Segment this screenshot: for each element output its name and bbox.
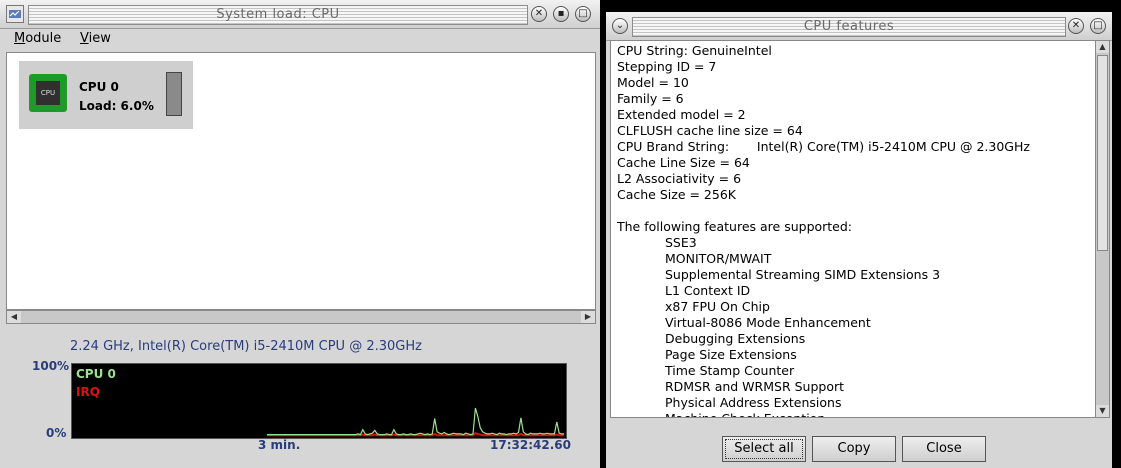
menu-view[interactable]: View: [80, 31, 111, 46]
cpu-chip-icon: CPU: [29, 74, 67, 112]
cpu-card[interactable]: CPU CPU 0 Load: 6.0%: [19, 61, 193, 129]
select-all-button[interactable]: Select all: [722, 436, 806, 462]
feature-item: Physical Address Extensions: [665, 395, 842, 410]
chip-label: CPU: [36, 81, 60, 105]
close-icon[interactable]: ✕: [531, 6, 547, 22]
maximize-icon[interactable]: □: [1090, 18, 1106, 34]
close-button[interactable]: Close: [902, 436, 986, 462]
load-graph-svg: [267, 407, 564, 437]
feature-item: L1 Context ID: [665, 283, 751, 298]
scroll-right-icon[interactable]: ▶: [581, 311, 595, 323]
title-bar[interactable]: System load: CPU ✕ ▪ □: [0, 0, 600, 29]
timestamp-label: 17:32:42.60: [490, 438, 571, 452]
scroll-left-icon[interactable]: ◀: [7, 311, 21, 323]
info-line: L2 Associativity = 6: [617, 171, 742, 186]
feature-item: RDMSR and WRMSR Support: [665, 379, 845, 394]
cpu0-series-line: [267, 407, 564, 436]
cpu-load: Load: 6.0%: [79, 99, 154, 113]
scroll-up-icon[interactable]: ▲: [1096, 41, 1109, 53]
scroll-down-icon[interactable]: ▼: [1096, 405, 1109, 417]
close-icon[interactable]: ✕: [1068, 18, 1084, 34]
vertical-scrollbar[interactable]: ▲ ▼: [1095, 41, 1109, 417]
cpu-load-meter: [166, 72, 182, 116]
cpu-modules-panel: CPU CPU 0 Load: 6.0%: [6, 52, 596, 310]
y-axis-min-label: 0%: [46, 426, 67, 440]
maximize-icon[interactable]: □: [575, 6, 591, 22]
info-line: CLFLUSH cache line size = 64: [617, 123, 803, 138]
system-load-window: System load: CPU ✕ ▪ □ Module View CPU C…: [0, 0, 600, 468]
time-span-label: 3 min.: [258, 438, 301, 452]
menu-module[interactable]: Module: [14, 31, 61, 46]
monitor-app-icon[interactable]: [6, 5, 24, 23]
window-title: System load: CPU: [216, 7, 340, 22]
legend-cpu0: CPU 0: [76, 367, 116, 381]
feature-item: Page Size Extensions: [665, 347, 797, 362]
feature-item: SSE3: [665, 235, 697, 250]
info-line: Family = 6: [617, 91, 684, 106]
y-axis-max-label: 100%: [32, 359, 70, 373]
info-line: Cache Size = 256K: [617, 187, 736, 202]
feature-item: Machine Check Exception: [665, 411, 825, 417]
info-line: Stepping ID = 7: [617, 59, 717, 74]
feature-item: x87 FPU On Chip: [665, 299, 770, 314]
info-line: The following features are supported:: [617, 219, 853, 234]
feature-item: MONITOR/MWAIT: [665, 251, 772, 266]
info-line: Cache Line Size = 64: [617, 155, 750, 170]
feature-item: Supplemental Streaming SIMD Extensions 3: [665, 267, 941, 282]
cpu-info-label: 2.24 GHz, Intel(R) Core(TM) i5-2410M CPU…: [70, 339, 422, 354]
feature-item: Virtual-8086 Mode Enhancement: [665, 315, 871, 330]
menu-bar: Module View: [0, 28, 600, 50]
feature-item: Debugging Extensions: [665, 331, 806, 346]
window-title: CPU features: [803, 19, 895, 34]
cpu-load-graph: CPU 0 IRQ: [71, 363, 567, 439]
info-line: Model = 10: [617, 75, 689, 90]
cpu-name: CPU 0: [79, 80, 119, 94]
title-bar[interactable]: ⌄ CPU features ✕ □: [606, 12, 1112, 41]
horizontal-scrollbar[interactable]: ◀ ▶: [6, 310, 596, 324]
legend-irq: IRQ: [76, 385, 100, 399]
copy-button[interactable]: Copy: [812, 436, 896, 462]
minimize-icon[interactable]: ▪: [553, 6, 569, 22]
info-line: CPU Brand String: Intel(R) Core(TM) i5-2…: [617, 139, 1030, 154]
cpu-features-window: ⌄ CPU features ✕ □ CPU String: GenuineIn…: [606, 12, 1112, 468]
feature-item: Time Stamp Counter: [665, 363, 795, 378]
menu-chevron-icon[interactable]: ⌄: [612, 18, 628, 34]
info-line: CPU String: GenuineIntel: [617, 43, 772, 58]
features-text-area[interactable]: CPU String: GenuineIntel Stepping ID = 7M…: [610, 40, 1110, 418]
info-line: Extended model = 2: [617, 107, 746, 122]
scroll-thumb[interactable]: [1097, 55, 1108, 251]
